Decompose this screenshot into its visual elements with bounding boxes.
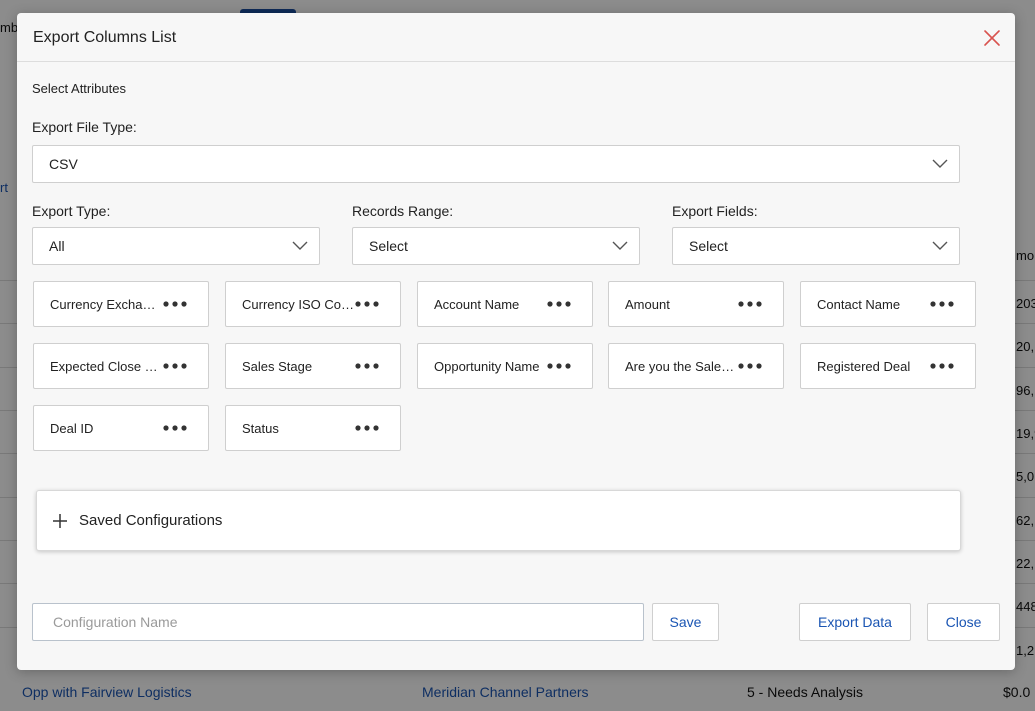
- more-options-icon[interactable]: [929, 295, 959, 313]
- chevron-down-icon: [932, 159, 948, 168]
- export-type-label: Export Type:: [32, 203, 111, 219]
- dialog-title: Export Columns List: [33, 29, 177, 46]
- export-fields-value: Select: [689, 238, 728, 254]
- export-file-type-select[interactable]: CSV: [32, 145, 960, 183]
- more-options-icon[interactable]: [162, 295, 192, 313]
- export-fields-select[interactable]: Select: [672, 227, 960, 265]
- close-button[interactable]: Close: [927, 603, 1000, 641]
- export-type-select[interactable]: All: [32, 227, 320, 265]
- export-file-type-value: CSV: [49, 156, 78, 172]
- more-options-icon[interactable]: [546, 295, 576, 313]
- records-range-select[interactable]: Select: [352, 227, 640, 265]
- attribute-chip[interactable]: Are you the Sales Rep: [608, 343, 784, 389]
- attribute-chip[interactable]: Status: [225, 405, 401, 451]
- more-options-icon[interactable]: [546, 357, 576, 375]
- attribute-chip-label: Expected Close Date: [50, 359, 162, 374]
- export-fields-label: Export Fields:: [672, 203, 758, 219]
- plus-icon: [53, 514, 67, 528]
- saved-configurations-label: Saved Configurations: [79, 512, 223, 529]
- attribute-chip[interactable]: Amount: [608, 281, 784, 327]
- attribute-chip[interactable]: Expected Close Date: [33, 343, 209, 389]
- attribute-chip[interactable]: Currency ISO Code: [225, 281, 401, 327]
- section-title: Select Attributes: [32, 81, 126, 96]
- attribute-chip-label: Deal ID: [50, 421, 94, 436]
- attribute-chip[interactable]: Currency Exchange Rate: [33, 281, 209, 327]
- attribute-chip[interactable]: Account Name: [417, 281, 593, 327]
- attribute-chip-label: Sales Stage: [242, 359, 313, 374]
- export-data-button[interactable]: Export Data: [799, 603, 911, 641]
- records-range-label: Records Range:: [352, 203, 454, 219]
- export-type-value: All: [49, 238, 65, 254]
- more-options-icon[interactable]: [929, 357, 959, 375]
- chevron-down-icon: [612, 241, 628, 250]
- chevron-down-icon: [292, 241, 308, 250]
- attribute-chip-label: Amount: [625, 297, 670, 312]
- chevron-down-icon: [932, 241, 948, 250]
- attribute-chip-label: Status: [242, 421, 279, 436]
- more-options-icon[interactable]: [162, 419, 192, 437]
- attribute-chip[interactable]: Sales Stage: [225, 343, 401, 389]
- configuration-name-input[interactable]: [32, 603, 644, 641]
- attribute-chip-label: Contact Name: [817, 297, 901, 312]
- dialog-header: Export Columns List: [17, 13, 1015, 62]
- attribute-chip[interactable]: Deal ID: [33, 405, 209, 451]
- more-options-icon[interactable]: [354, 295, 384, 313]
- attribute-chip[interactable]: Contact Name: [800, 281, 976, 327]
- more-options-icon[interactable]: [354, 357, 384, 375]
- attribute-chip-label: Opportunity Name: [434, 359, 540, 374]
- more-options-icon[interactable]: [737, 357, 767, 375]
- save-button[interactable]: Save: [652, 603, 719, 641]
- export-columns-dialog: Export Columns List Select Attributes Ex…: [17, 13, 1015, 670]
- saved-configurations-panel[interactable]: Saved Configurations: [36, 490, 961, 551]
- attribute-chip-label: Registered Deal: [817, 359, 911, 374]
- close-icon[interactable]: [981, 27, 1003, 49]
- export-file-type-label: Export File Type:: [32, 119, 137, 135]
- attribute-chip-label: Account Name: [434, 297, 520, 312]
- more-options-icon[interactable]: [737, 295, 767, 313]
- more-options-icon[interactable]: [354, 419, 384, 437]
- attribute-chip[interactable]: Opportunity Name: [417, 343, 593, 389]
- records-range-value: Select: [369, 238, 408, 254]
- attribute-chip-label: Currency Exchange Rate: [50, 297, 162, 312]
- attribute-chip[interactable]: Registered Deal: [800, 343, 976, 389]
- attribute-chip-label: Currency ISO Code: [242, 297, 354, 312]
- more-options-icon[interactable]: [162, 357, 192, 375]
- attribute-chip-label: Are you the Sales Rep: [625, 359, 737, 374]
